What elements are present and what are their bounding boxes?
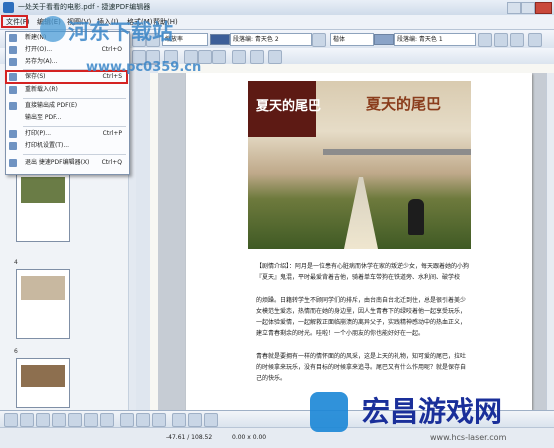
color-icon[interactable] bbox=[494, 33, 508, 47]
poster-title: 夏天的尾巴 bbox=[256, 99, 322, 114]
poster-road bbox=[344, 177, 378, 249]
para-style2-swatch bbox=[374, 34, 394, 45]
menu-item-export-pdf-direct[interactable]: 直接输出成 PDF(E) bbox=[5, 100, 128, 112]
exit-icon bbox=[9, 159, 17, 167]
pen-tool-icon[interactable] bbox=[68, 413, 82, 427]
thumbnail-page[interactable] bbox=[16, 358, 70, 408]
menu-item-printer-settings[interactable]: 打印机设置(T)... bbox=[5, 140, 128, 152]
folder-open-icon bbox=[9, 46, 17, 54]
text-tool-icon[interactable] bbox=[84, 413, 98, 427]
watermark-top-brand: 河东下载站 bbox=[68, 20, 173, 44]
align-right-icon[interactable] bbox=[212, 50, 226, 64]
menu-item-print[interactable]: 打印(P)... Ctrl+P bbox=[5, 128, 128, 140]
file-menu-highlight bbox=[1, 15, 28, 28]
minimize-button[interactable] bbox=[507, 2, 521, 14]
app-icon bbox=[3, 2, 14, 13]
highlight-icon[interactable] bbox=[268, 50, 282, 64]
reload-icon bbox=[9, 86, 17, 94]
ellipse-tool-icon[interactable] bbox=[52, 413, 66, 427]
menu-separator bbox=[23, 154, 126, 155]
menu-separator bbox=[23, 98, 126, 99]
menu-item-reload[interactable]: 重新载入(R) bbox=[5, 84, 128, 96]
title-bar: 一处关于看看的电影.pdf - 捷速PDF编辑器 bbox=[0, 0, 554, 16]
font-select[interactable]: 楷体 bbox=[330, 33, 374, 46]
menu-item-exit[interactable]: 退出 捷速PDF编辑器(X) Ctrl+Q bbox=[5, 157, 128, 169]
close-button[interactable] bbox=[535, 2, 552, 14]
pdf-page[interactable]: 夏天的尾巴 夏天的尾巴 【剧情介绍】：阿月是一位患有心脏病而休学在家的叛逆少女，… bbox=[186, 73, 532, 410]
align-objects-icon[interactable] bbox=[188, 413, 202, 427]
star-icon[interactable] bbox=[152, 413, 166, 427]
line-tool-icon[interactable] bbox=[20, 413, 34, 427]
arrows-icon[interactable] bbox=[136, 413, 150, 427]
poster-title-right: 夏天的尾巴 bbox=[366, 95, 442, 113]
watermark-bottom-logo bbox=[310, 392, 348, 432]
watermark-bottom-brand: 宏昌游戏网 bbox=[362, 395, 503, 428]
text-color-icon[interactable] bbox=[250, 50, 264, 64]
more-icon[interactable] bbox=[528, 33, 542, 47]
thumbnail-page[interactable] bbox=[16, 172, 70, 242]
layout-icon[interactable] bbox=[510, 33, 524, 47]
paragraph-story[interactable]: 的烦躁。日籍转学生不顾同学们的排斥，由台南自台北迁到住，总是很引着美少女模范生爱… bbox=[256, 295, 471, 339]
watermark-top-url: www.pc0359.cn bbox=[86, 60, 202, 75]
watermark-bottom-url: www.hcs-laser.com bbox=[430, 433, 507, 442]
window-title: 一处关于看看的电影.pdf - 捷速PDF编辑器 bbox=[18, 3, 151, 11]
pdf-icon bbox=[9, 102, 17, 110]
rectangle-tool-icon[interactable] bbox=[36, 413, 50, 427]
paragraph-youth[interactable]: 青春就是要拥有一样的情怀面的的风采，这是上天的礼物，知可爱的尾巴，拉吐的时候拿来… bbox=[256, 351, 471, 384]
thumbnail-page-number: 6 bbox=[14, 348, 18, 355]
rotate-icon[interactable] bbox=[172, 413, 186, 427]
select-arrow-icon[interactable] bbox=[4, 413, 18, 427]
menu-item-export-pdf[interactable]: 输出至 PDF... bbox=[5, 112, 128, 124]
thumbnail-page[interactable] bbox=[16, 269, 70, 339]
document-canvas[interactable]: 夏天的尾巴 夏天的尾巴 【剧情介绍】：阿月是一位患有心脏病而休学在家的叛逆少女，… bbox=[158, 73, 546, 410]
new-file-icon bbox=[9, 34, 17, 42]
printer-icon bbox=[9, 130, 17, 138]
poster-image: 夏天的尾巴 夏天的尾巴 bbox=[248, 81, 471, 249]
link-icon[interactable] bbox=[312, 33, 326, 47]
align-icon[interactable] bbox=[478, 33, 492, 47]
paragraph-synopsis[interactable]: 【剧情介绍】：阿月是一位患有心脏病而休学在家的叛逆少女，每天跟着她的小狗『夏天』… bbox=[256, 261, 471, 283]
cursor-coordinates: -47.61 / 108.52 bbox=[166, 434, 213, 441]
menu-separator bbox=[23, 126, 126, 127]
document-scrollbar[interactable] bbox=[546, 73, 554, 410]
poster-bridge bbox=[323, 149, 471, 155]
image-tool-icon[interactable] bbox=[100, 413, 114, 427]
thumbnail-page-number: 4 bbox=[14, 259, 18, 266]
maximize-button[interactable] bbox=[521, 2, 535, 14]
paragraph-style2-select[interactable]: 段落编: 青天色 1 bbox=[394, 33, 476, 46]
printer-settings-icon bbox=[9, 142, 17, 150]
para-style-swatch bbox=[210, 34, 230, 45]
poster-boy bbox=[408, 199, 424, 235]
shapes-icon[interactable] bbox=[120, 413, 134, 427]
paragraph-style-select[interactable]: 段落编: 青天色 2 bbox=[230, 33, 312, 46]
selection-size: 0.00 x 0.00 bbox=[232, 434, 267, 441]
arrange-icon[interactable] bbox=[204, 413, 218, 427]
watermark-top-logo bbox=[40, 16, 66, 42]
list-icon[interactable] bbox=[232, 50, 246, 64]
save-as-icon bbox=[9, 58, 17, 66]
